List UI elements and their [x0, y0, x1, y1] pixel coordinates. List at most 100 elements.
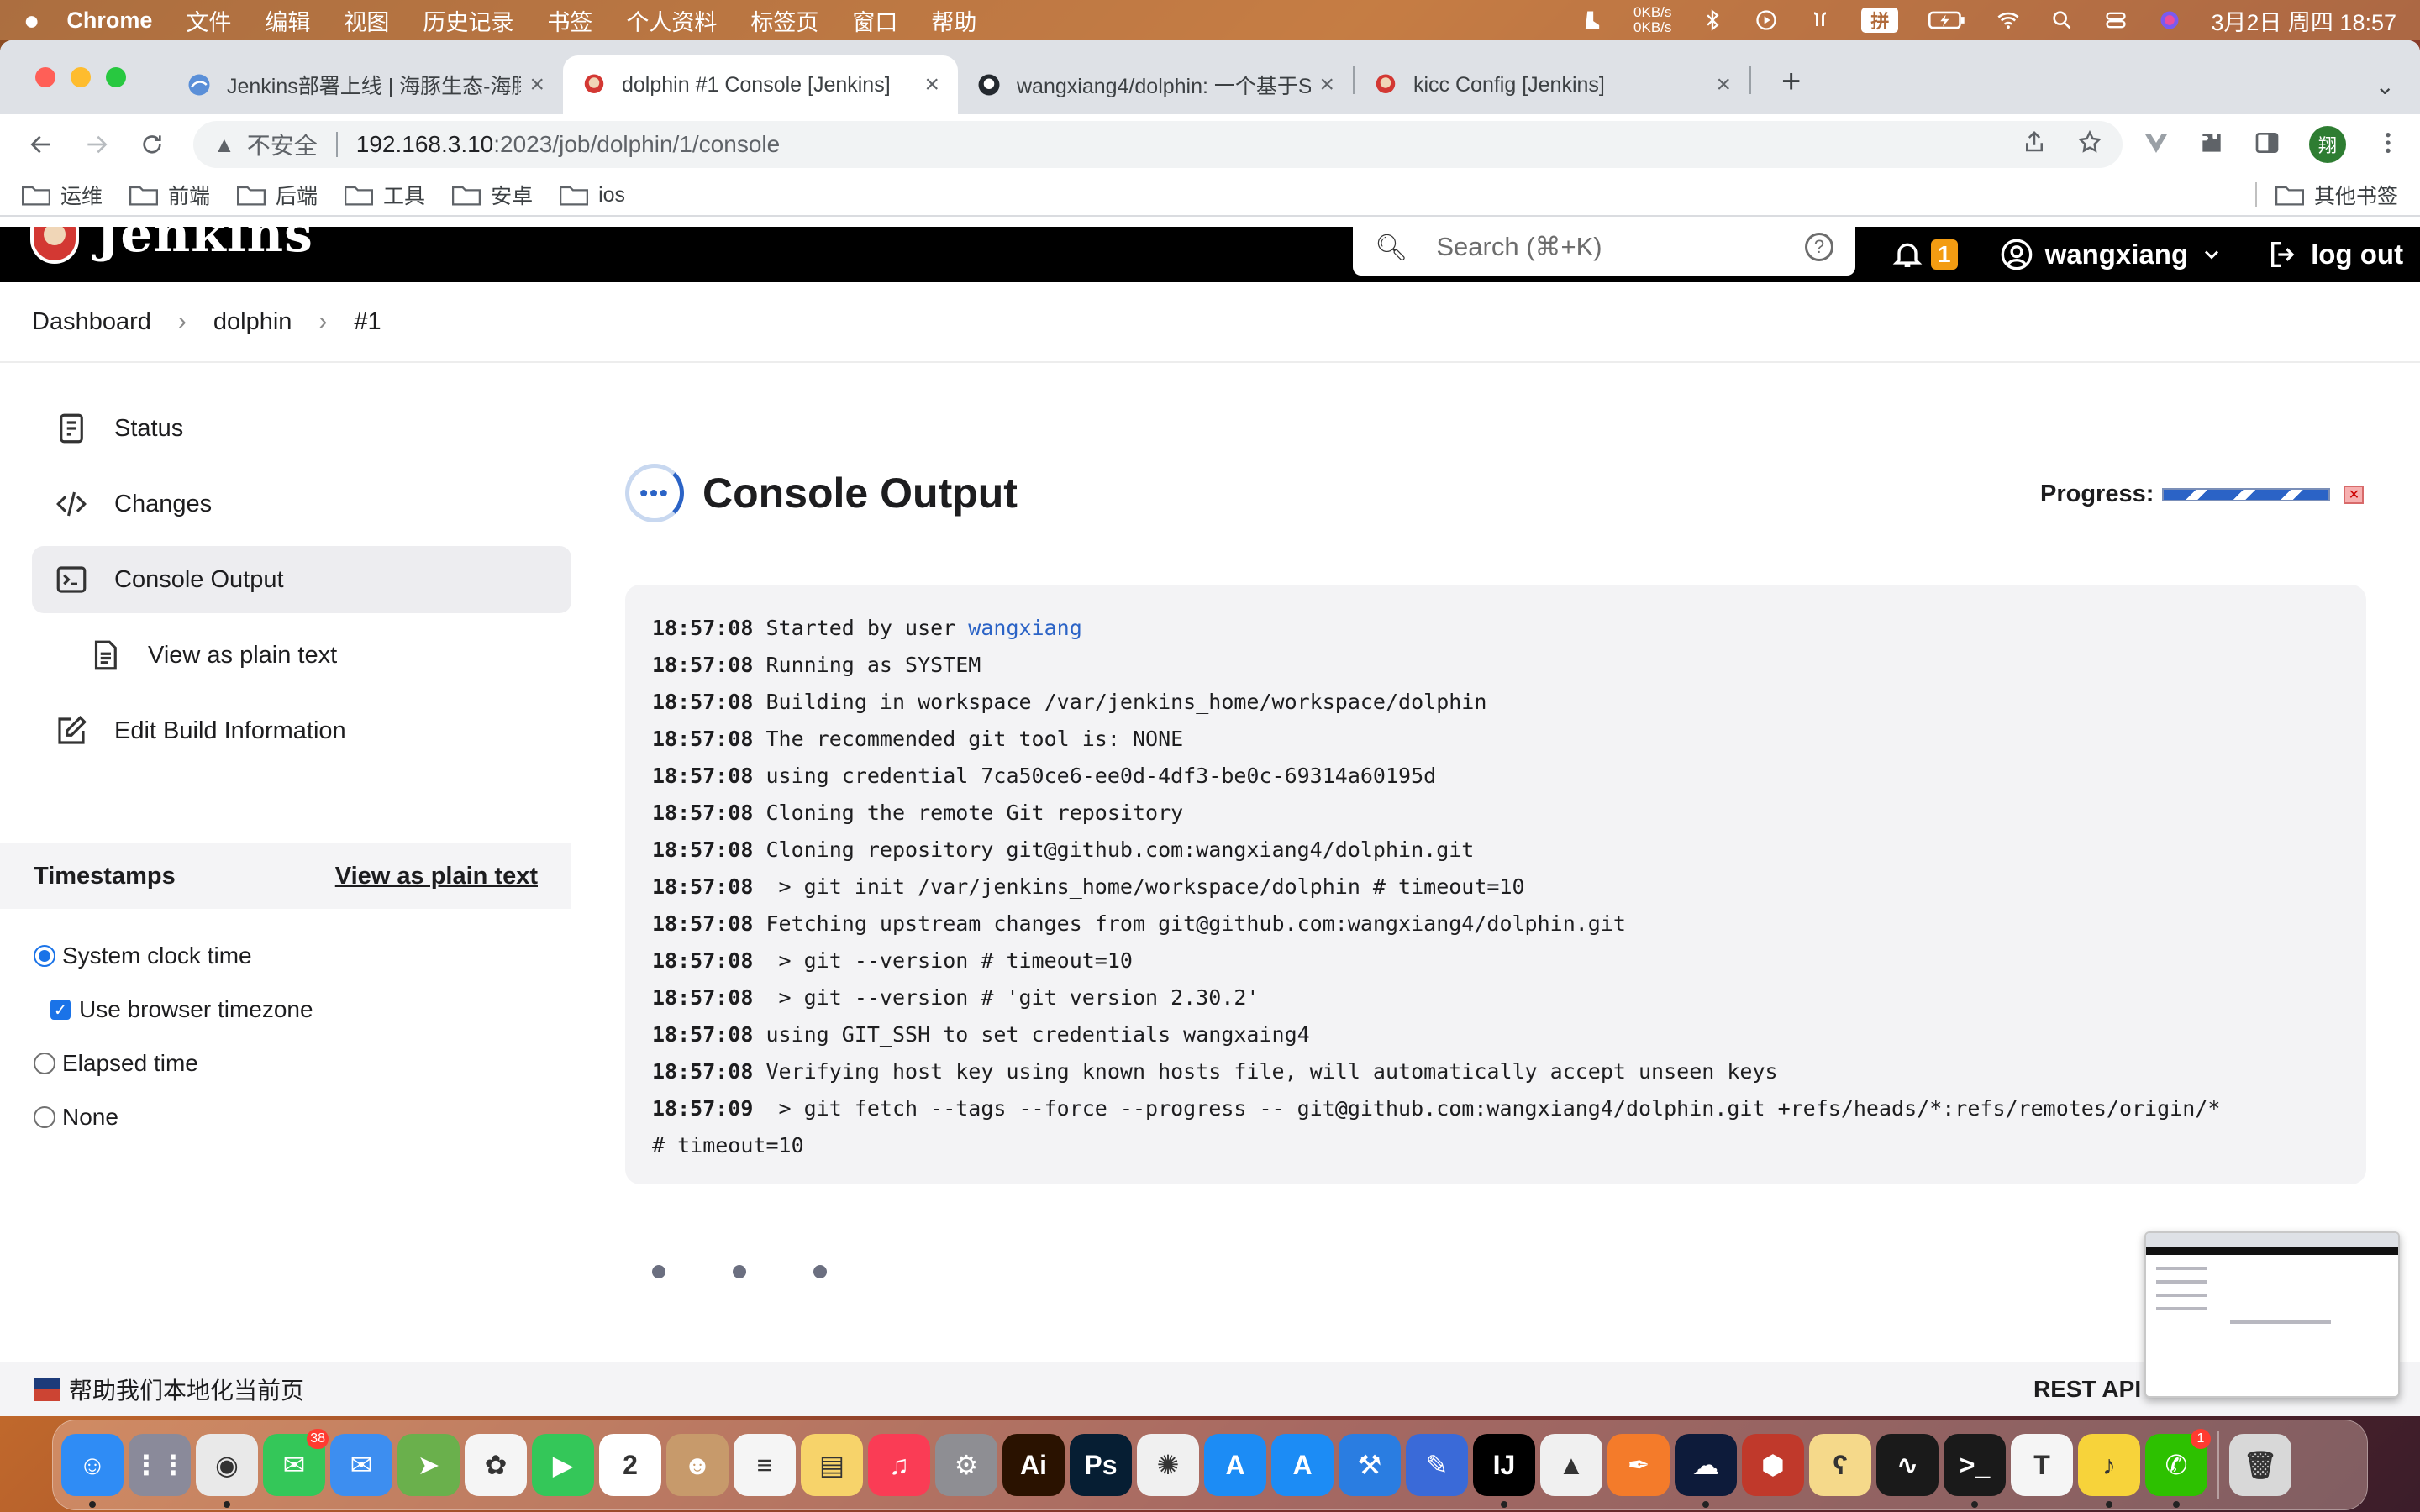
- launchpad-icon[interactable]: ⋮⋮: [129, 1434, 191, 1496]
- intellij-icon[interactable]: IJ: [1473, 1434, 1535, 1508]
- help-icon[interactable]: ?: [1805, 233, 1833, 261]
- bookmark-folder-ops[interactable]: 运维: [22, 180, 103, 210]
- search-input[interactable]: Search (⌘+K): [1436, 232, 1602, 262]
- menubar-app-name[interactable]: Chrome: [66, 8, 152, 34]
- search-box[interactable]: 🔍︎ Search (⌘+K) ?: [1353, 227, 1855, 276]
- bookmark-folder-tools[interactable]: 工具: [345, 180, 425, 210]
- none-radio[interactable]: [34, 1106, 55, 1128]
- breadcrumb-dashboard[interactable]: Dashboard: [32, 308, 151, 336]
- appstore2-icon[interactable]: A: [1271, 1434, 1334, 1496]
- menubar-item-help[interactable]: 帮助: [931, 4, 976, 37]
- illustrator-icon[interactable]: Ai: [1002, 1434, 1065, 1496]
- music-icon[interactable]: ♫: [868, 1434, 930, 1496]
- maps-icon[interactable]: ➤: [397, 1434, 460, 1496]
- chevron-right-icon[interactable]: ›: [178, 307, 187, 336]
- vue-devtools-icon[interactable]: [2143, 129, 2170, 160]
- menubar-item-file[interactable]: 文件: [186, 4, 231, 37]
- close-window-button[interactable]: [35, 67, 55, 87]
- forward-button[interactable]: [74, 122, 119, 167]
- boot-icon[interactable]: [1580, 8, 1605, 33]
- menubar-item-history[interactable]: 历史记录: [423, 4, 513, 37]
- reminders-icon[interactable]: ≡: [734, 1434, 796, 1496]
- android-studio-icon[interactable]: ▲: [1540, 1434, 1602, 1496]
- bookmark-folder-frontend[interactable]: 前端: [129, 180, 210, 210]
- profile-avatar[interactable]: 翔: [2309, 126, 2346, 163]
- airpods-icon[interactable]: [1807, 8, 1833, 33]
- mail-icon[interactable]: ✉: [330, 1434, 392, 1496]
- activity-monitor-icon[interactable]: ∿: [1876, 1434, 1939, 1496]
- sidebar-item-status[interactable]: Status: [32, 395, 571, 462]
- calendar-icon[interactable]: 2: [599, 1434, 661, 1496]
- menubar-item-view[interactable]: 视图: [344, 4, 389, 37]
- extensions-puzzle-icon[interactable]: [2198, 129, 2225, 160]
- logout-button[interactable]: log out: [2267, 238, 2403, 271]
- tab-dolphin-console[interactable]: dolphin #1 Console [Jenkins] ×: [563, 55, 958, 114]
- address-bar[interactable]: ▲ 不安全 192.168.3.10:2023/job/dolphin/1/co…: [193, 121, 2123, 168]
- trash-icon[interactable]: 🗑: [2229, 1434, 2291, 1496]
- xcode-icon[interactable]: ⚒: [1339, 1434, 1401, 1496]
- share-icon[interactable]: [2022, 129, 2047, 160]
- settings-icon[interactable]: ⚙: [935, 1434, 997, 1496]
- bookmark-folder-backend[interactable]: 后端: [237, 180, 318, 210]
- bookmark-star-icon[interactable]: [2077, 129, 2102, 160]
- other-bookmarks[interactable]: 其他书签: [2254, 180, 2398, 210]
- tab-close-icon[interactable]: ×: [1716, 71, 1731, 99]
- tab-github-dolphin[interactable]: wangxiang4/dolphin: 一个基于S ×: [958, 55, 1353, 114]
- bluetooth-icon[interactable]: [1700, 8, 1725, 33]
- system-clock-radio[interactable]: [34, 945, 55, 967]
- timestamp-option-browser-tz[interactable]: ✓ Use browser timezone: [34, 983, 538, 1037]
- play-icon[interactable]: [1754, 8, 1779, 33]
- side-panel-icon[interactable]: [2254, 129, 2281, 160]
- wifi-icon[interactable]: [1996, 8, 2021, 33]
- wechat-icon[interactable]: ✆ 1: [2145, 1429, 2211, 1508]
- timestamp-option-system-clock[interactable]: System clock time: [34, 929, 538, 983]
- notifications-button[interactable]: 1: [1891, 238, 1958, 271]
- abort-build-icon[interactable]: ✕: [2344, 485, 2365, 504]
- bookmark-folder-ios[interactable]: ios: [560, 183, 625, 207]
- tab-close-icon[interactable]: ×: [529, 71, 544, 99]
- chatgpt-icon[interactable]: ✺: [1137, 1434, 1199, 1496]
- menubar-datetime[interactable]: 3月2日 周四 18:57: [2211, 4, 2396, 37]
- elapsed-time-radio[interactable]: [34, 1053, 55, 1074]
- battery-icon[interactable]: [1927, 8, 1967, 33]
- sidebar-item-edit-build-info[interactable]: Edit Build Information: [32, 697, 571, 764]
- timestamp-option-none[interactable]: None: [34, 1090, 538, 1144]
- timestamp-option-elapsed[interactable]: Elapsed time: [34, 1037, 538, 1090]
- instruments-icon[interactable]: ✎: [1406, 1434, 1468, 1496]
- input-method-icon[interactable]: 拼: [1861, 8, 1899, 33]
- menubar-item-profile[interactable]: 个人资料: [626, 4, 717, 37]
- control-center-icon[interactable]: [2103, 8, 2128, 33]
- menubar-item-window[interactable]: 窗口: [852, 4, 897, 37]
- siri-icon[interactable]: [2157, 8, 2182, 33]
- jenkins-logo[interactable]: Jenkins: [30, 227, 313, 264]
- qqmusic-icon[interactable]: ♪: [2078, 1434, 2140, 1508]
- bear-icon[interactable]: ʕ: [1809, 1434, 1871, 1496]
- localize-link[interactable]: 帮助我们本地化当前页: [69, 1373, 304, 1406]
- spotlight-search-icon[interactable]: [2049, 8, 2075, 33]
- reload-button[interactable]: [129, 122, 175, 167]
- chevron-right-icon[interactable]: ›: [318, 307, 327, 336]
- apple-menu-icon[interactable]: ●: [24, 5, 39, 36]
- other-bookmarks-folder[interactable]: 其他书签: [2275, 180, 2398, 210]
- sidebar-item-plain-text[interactable]: View as plain text: [32, 622, 571, 689]
- console-user-link[interactable]: wangxiang: [968, 616, 1081, 640]
- photoshop-icon[interactable]: Ps: [1070, 1434, 1132, 1496]
- typora-icon[interactable]: T: [2011, 1434, 2073, 1496]
- photos-icon[interactable]: ✿: [465, 1434, 527, 1496]
- terminal-app-icon[interactable]: >_: [1944, 1434, 2006, 1508]
- back-button[interactable]: [18, 122, 64, 167]
- contacts-icon[interactable]: ☻: [666, 1434, 729, 1496]
- sidebar-item-console-output[interactable]: Console Output: [32, 546, 571, 613]
- tab-close-icon[interactable]: ×: [1319, 71, 1334, 99]
- browser-timezone-checkbox[interactable]: ✓: [50, 1000, 71, 1020]
- insecure-label[interactable]: 不安全: [247, 128, 318, 161]
- appstore-icon[interactable]: A: [1204, 1434, 1266, 1496]
- breadcrumb-job[interactable]: dolphin: [213, 308, 292, 336]
- menubar-item-tabs[interactable]: 标签页: [750, 4, 818, 37]
- tab-jenkins-deploy[interactable]: Jenkins部署上线 | 海豚生态-海豚 ×: [168, 55, 563, 114]
- facetime-icon[interactable]: ▶: [532, 1434, 594, 1496]
- screenshot-thumbnail[interactable]: [2144, 1231, 2400, 1398]
- zoom-window-button[interactable]: [106, 67, 126, 87]
- tab-kicc-config[interactable]: kicc Config [Jenkins] ×: [1355, 55, 1749, 114]
- chrome-icon[interactable]: ◉: [196, 1434, 258, 1508]
